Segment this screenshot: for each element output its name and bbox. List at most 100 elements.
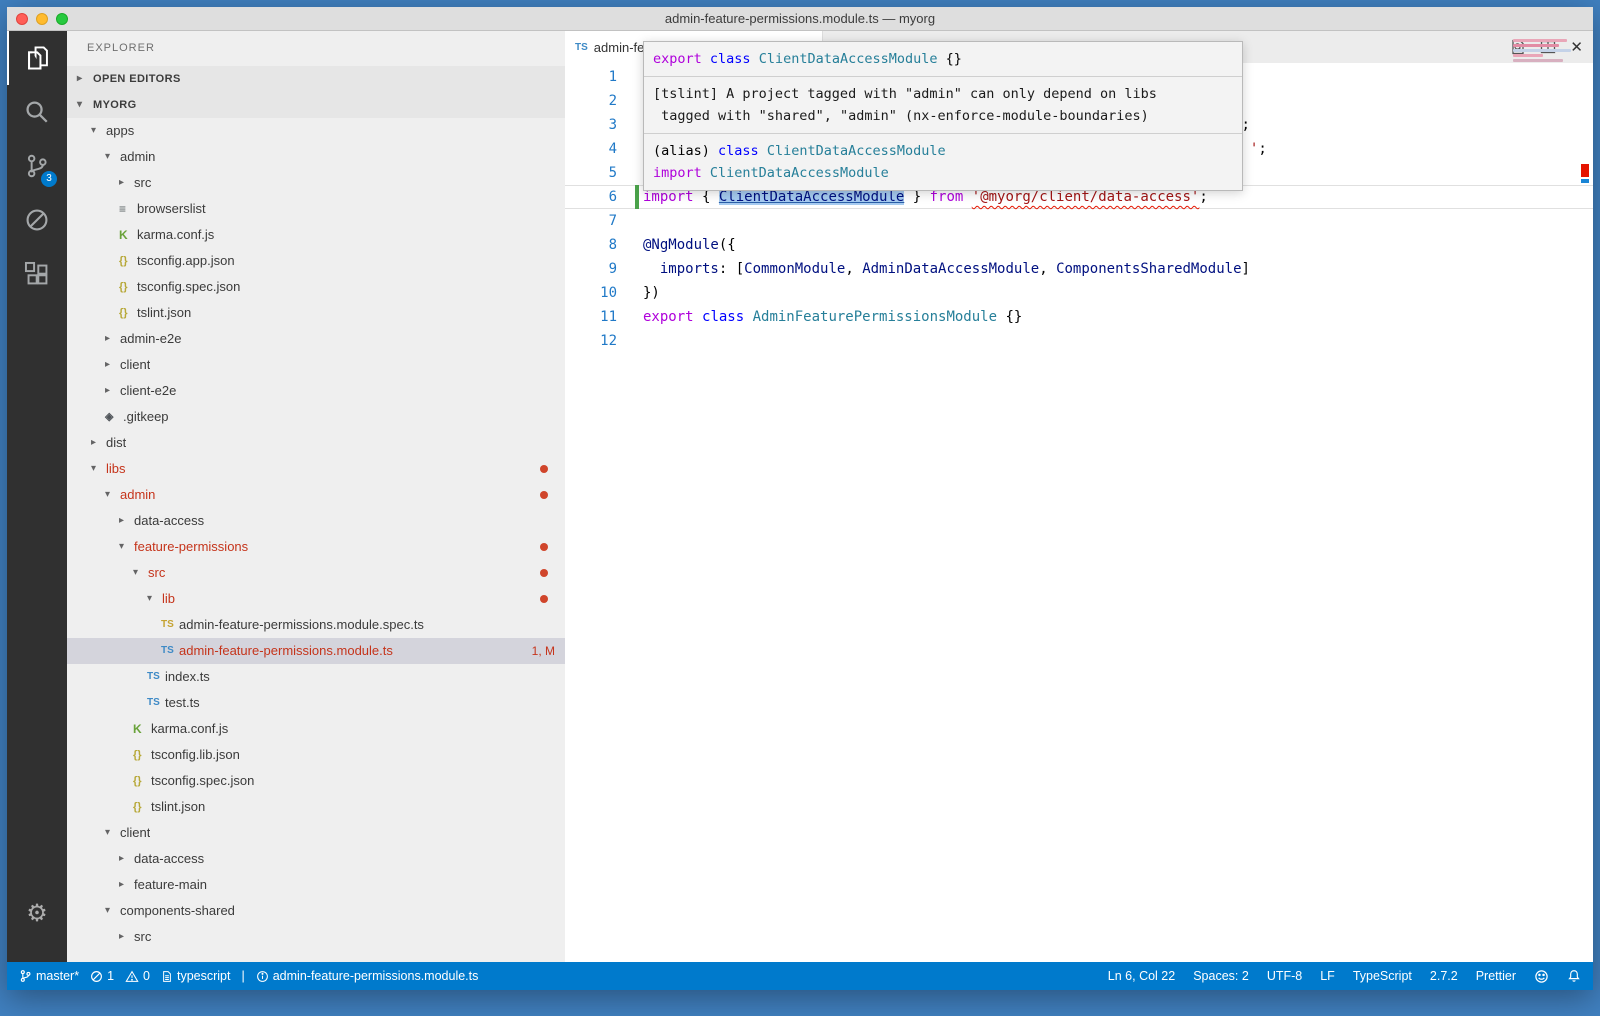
- folder-components-shared[interactable]: ▾components-shared: [67, 898, 565, 924]
- file-index.ts[interactable]: TSindex.ts: [67, 664, 565, 690]
- code-line-10[interactable]: 10}): [565, 281, 1593, 305]
- code-line-8[interactable]: 8@NgModule({: [565, 233, 1593, 257]
- source-control-icon[interactable]: 3: [7, 139, 67, 193]
- file-admin-feature-permissions.module.ts[interactable]: TSadmin-feature-permissions.module.ts1, …: [67, 638, 565, 664]
- folder-apps[interactable]: ▾apps: [67, 118, 565, 144]
- folder-client-e2e[interactable]: ▸client-e2e: [67, 378, 565, 404]
- chevron-down-icon: ▾: [105, 898, 120, 924]
- folder-lib[interactable]: ▾lib: [67, 586, 565, 612]
- karma-file-icon: K: [119, 222, 137, 248]
- tree-item-label: admin-e2e: [120, 326, 181, 352]
- file-tsconfig.spec.json[interactable]: {}tsconfig.spec.json: [67, 768, 565, 794]
- line-content: @NgModule({: [617, 233, 736, 257]
- code-line-12[interactable]: 12: [565, 329, 1593, 353]
- file-.gitkeep[interactable]: ◈.gitkeep: [67, 404, 565, 430]
- file-karma.conf.js[interactable]: Kkarma.conf.js: [67, 716, 565, 742]
- code-line-11[interactable]: 11export class AdminFeaturePermissionsMo…: [565, 305, 1593, 329]
- tree-item-label: admin: [120, 482, 155, 508]
- file-karma.conf.js[interactable]: Kkarma.conf.js: [67, 222, 565, 248]
- settings-gear-icon[interactable]: ⚙: [7, 899, 67, 928]
- file-tsconfig.spec.json[interactable]: {}tsconfig.spec.json: [67, 274, 565, 300]
- ts-spec-file-icon: TS: [161, 612, 179, 638]
- chevron-down-icon: ▾: [91, 118, 106, 144]
- folder-admin-e2e[interactable]: ▸admin-e2e: [67, 326, 565, 352]
- folder-src[interactable]: ▸src: [67, 170, 565, 196]
- tree-item-label: data-access: [134, 846, 204, 872]
- status-spaces-2[interactable]: Spaces: 2: [1193, 969, 1249, 983]
- tree-item-label: admin-feature-permissions.module.spec.ts: [179, 612, 424, 638]
- tree-item-label: components-shared: [120, 898, 235, 924]
- error-icon: [90, 970, 103, 983]
- status-utf-8[interactable]: UTF-8: [1267, 969, 1302, 983]
- open-editors-header[interactable]: ▸ OPEN EDITORS: [67, 66, 565, 92]
- branch-icon: [19, 969, 32, 983]
- code-line-9[interactable]: 9 imports: [CommonModule, AdminDataAcces…: [565, 257, 1593, 281]
- folder-src[interactable]: ▸src: [67, 924, 565, 950]
- code-token: ;: [1258, 141, 1266, 157]
- folder-admin[interactable]: ▾admin: [67, 144, 565, 170]
- status-admin-feature-permissions-module-ts[interactable]: admin-feature-permissions.module.ts: [256, 969, 479, 983]
- status-smiley[interactable]: [1534, 969, 1549, 984]
- status-item-label: UTF-8: [1267, 969, 1302, 983]
- ts-file-icon: TS: [147, 690, 165, 716]
- status-ln-6-col-22[interactable]: Ln 6, Col 22: [1108, 969, 1175, 983]
- file-browserslist[interactable]: ≡browserslist: [67, 196, 565, 222]
- minimize-window-button[interactable]: [36, 13, 48, 25]
- smiley-icon: [1534, 969, 1549, 984]
- git-modified-gutter-marker: [635, 185, 639, 209]
- folder-client[interactable]: ▾client: [67, 820, 565, 846]
- status-typescript[interactable]: typescript: [161, 969, 231, 983]
- code-token: from: [930, 189, 972, 205]
- folder-admin[interactable]: ▾admin: [67, 482, 565, 508]
- folder-src[interactable]: ▾src: [67, 560, 565, 586]
- file-admin-feature-permissions.module.spec.ts[interactable]: TSadmin-feature-permissions.module.spec.…: [67, 612, 565, 638]
- line-number: 9: [565, 257, 617, 281]
- file-test.ts[interactable]: TStest.ts: [67, 690, 565, 716]
- folder-client[interactable]: ▸client: [67, 352, 565, 378]
- status-prettier[interactable]: Prettier: [1476, 969, 1516, 983]
- minimap[interactable]: [1513, 39, 1575, 64]
- warning-icon: [125, 970, 139, 983]
- folder-feature-permissions[interactable]: ▾feature-permissions: [67, 534, 565, 560]
- folder-root-header[interactable]: ▾ MYORG: [67, 92, 565, 118]
- status-item-label: 1: [107, 969, 114, 983]
- code-token: CommonModule: [744, 261, 845, 277]
- status-master[interactable]: master*: [19, 969, 79, 983]
- tree-item-label: tsconfig.app.json: [137, 248, 235, 274]
- typescript-file-icon: TS: [575, 42, 588, 53]
- explorer-icon[interactable]: [7, 31, 67, 85]
- status-[interactable]: |: [241, 969, 244, 983]
- file-tsconfig.app.json[interactable]: {}tsconfig.app.json: [67, 248, 565, 274]
- file-tslint.json[interactable]: {}tslint.json: [67, 794, 565, 820]
- status-item-label: 2.7.2: [1430, 969, 1458, 983]
- file-tslint.json[interactable]: {}tslint.json: [67, 300, 565, 326]
- status-typescript[interactable]: TypeScript: [1353, 969, 1412, 983]
- status-1[interactable]: 1: [90, 969, 114, 983]
- tree-item-label: src: [134, 924, 151, 950]
- folder-data-access[interactable]: ▸data-access: [67, 846, 565, 872]
- code-token: AdminDataAccessModule: [862, 261, 1039, 277]
- status-0[interactable]: 0: [125, 969, 150, 983]
- close-window-button[interactable]: [16, 13, 28, 25]
- tree-item-label: karma.conf.js: [137, 222, 214, 248]
- chevron-down-icon: ▾: [105, 820, 120, 846]
- file-tsconfig.lib.json[interactable]: {}tsconfig.lib.json: [67, 742, 565, 768]
- status-bell[interactable]: [1567, 969, 1581, 983]
- status-item-label: TypeScript: [1353, 969, 1412, 983]
- status-2-7-2[interactable]: 2.7.2: [1430, 969, 1458, 983]
- folder-dist[interactable]: ▸dist: [67, 430, 565, 456]
- code-token[interactable]: ClientDataAccessModule: [719, 189, 904, 205]
- json-file-icon: {}: [133, 742, 151, 768]
- folder-feature-main[interactable]: ▸feature-main: [67, 872, 565, 898]
- debug-icon[interactable]: [7, 193, 67, 247]
- extensions-icon[interactable]: [7, 247, 67, 301]
- search-icon[interactable]: [7, 85, 67, 139]
- line-content: [617, 329, 643, 353]
- code-line-7[interactable]: 7: [565, 209, 1593, 233]
- folder-data-access[interactable]: ▸data-access: [67, 508, 565, 534]
- zoom-window-button[interactable]: [56, 13, 68, 25]
- status-lf[interactable]: LF: [1320, 969, 1335, 983]
- folder-libs[interactable]: ▾libs: [67, 456, 565, 482]
- chevron-right-icon: ▸: [119, 508, 134, 534]
- code-area[interactable]: 123 ;4 ';56import { ClientDataAccessModu…: [565, 63, 1593, 962]
